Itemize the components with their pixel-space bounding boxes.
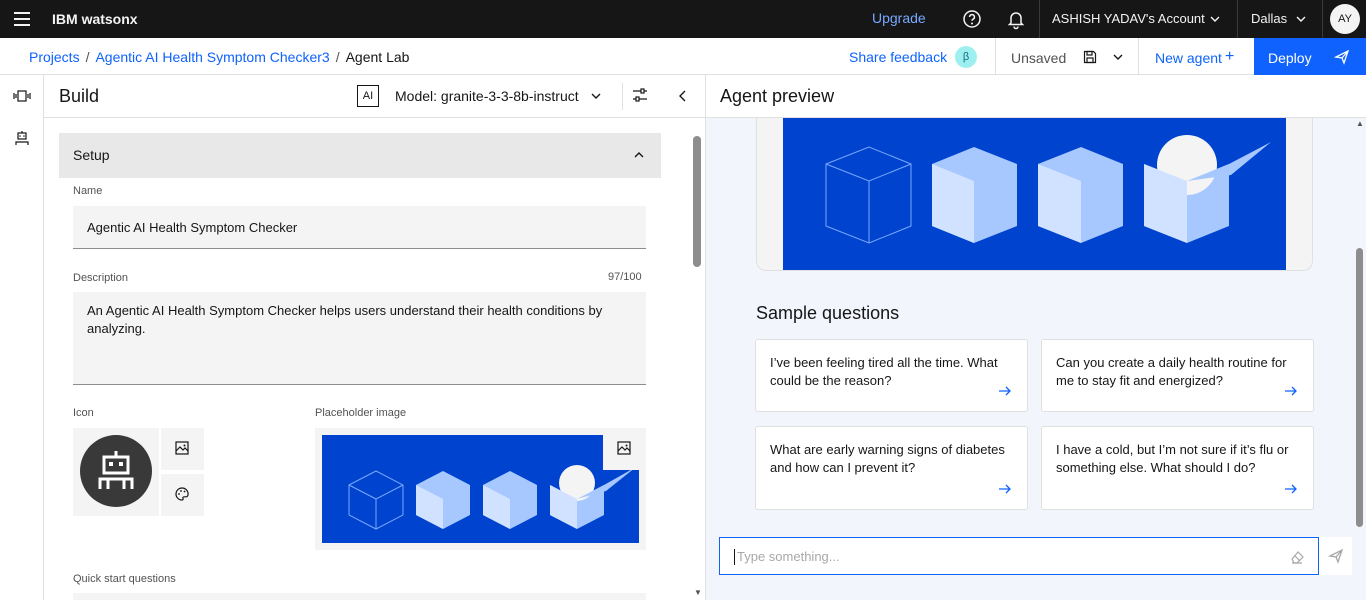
quick-start-field[interactable] (73, 593, 646, 600)
product-brand[interactable]: IBM watsonx (52, 11, 138, 27)
brand-prefix: IBM (52, 11, 78, 27)
image-icon (617, 441, 631, 455)
build-header: Build AI Model: granite-3-3-8b-instruct (44, 75, 706, 118)
chat-input[interactable]: Type something... (719, 537, 1319, 575)
save-icon[interactable] (1082, 49, 1098, 65)
breadcrumb-current: Agent Lab (345, 49, 410, 65)
chevron-down-icon[interactable] (1295, 13, 1307, 25)
palette-icon (175, 487, 189, 501)
share-feedback-link[interactable]: Share feedback (849, 49, 947, 65)
arrow-right-icon (999, 386, 1011, 396)
quick-start-label: Quick start questions (73, 573, 176, 585)
chevron-down-icon[interactable] (1112, 51, 1124, 63)
tools-icon[interactable] (13, 87, 31, 105)
sample-question-text: I’ve been feeling tired all the time. Wh… (770, 355, 998, 388)
chevron-down-icon[interactable] (590, 90, 602, 102)
sub-header: Projects / Agentic AI Health Symptom Check… (0, 38, 1366, 75)
description-counter: 97/100 (608, 271, 642, 283)
chevron-up-icon (634, 152, 644, 158)
sample-question-text: What are early warning signs of diabetes… (770, 442, 1005, 475)
breadcrumb-separator: / (85, 49, 90, 65)
preview-header: Agent preview (706, 75, 1366, 118)
toolbar-divider (1138, 38, 1139, 75)
agent-preview-panel: Agent preview Sample questions I’ve been… (706, 75, 1366, 600)
toolbar-divider (995, 38, 996, 75)
plus-icon[interactable]: + (1225, 49, 1234, 65)
sample-question-card[interactable]: I have a cold, but I’m not sure if it’s … (1041, 426, 1314, 510)
description-field[interactable]: An Agentic AI Health Symptom Checker hel… (73, 292, 646, 385)
send-button[interactable] (1319, 537, 1352, 575)
save-status: Unsaved (1011, 50, 1067, 66)
sample-question-text: Can you create a daily health routine fo… (1056, 355, 1287, 388)
icon-label: Icon (73, 407, 94, 419)
scrollbar-thumb[interactable] (1356, 248, 1363, 527)
robot-avatar-icon (80, 435, 152, 507)
agent-icon[interactable] (13, 130, 31, 148)
deploy-label: Deploy (1268, 50, 1312, 66)
new-agent-button[interactable]: New agent (1155, 50, 1222, 66)
name-label: Name (73, 185, 103, 197)
setup-title: Setup (73, 147, 110, 163)
deploy-button[interactable]: Deploy (1254, 38, 1366, 75)
color-palette-button[interactable] (161, 474, 204, 516)
sample-question-card[interactable]: I’ve been feeling tired all the time. Wh… (755, 339, 1028, 412)
header-divider (1322, 0, 1323, 38)
scroll-up-icon[interactable]: ▲ (1356, 119, 1364, 128)
send-icon (1328, 548, 1344, 564)
scroll-down-icon[interactable]: ▼ (694, 588, 702, 597)
arrow-right-icon (1285, 386, 1297, 396)
image-icon (175, 441, 189, 455)
text-caret (734, 549, 735, 565)
scrollbar-thumb[interactable] (693, 136, 701, 267)
upgrade-link[interactable]: Upgrade (872, 10, 926, 26)
setup-accordion[interactable]: Setup (59, 133, 661, 178)
breadcrumb: Projects / Agentic AI Health Symptom Check… (29, 49, 409, 65)
breadcrumb-project[interactable]: Agentic AI Health Symptom Checker3 (95, 49, 329, 65)
breadcrumb-projects[interactable]: Projects (29, 49, 80, 65)
avatar[interactable]: AY (1330, 4, 1360, 34)
description-label: Description (73, 272, 129, 284)
ai-badge: AI (357, 85, 379, 107)
settings-sliders-icon[interactable] (632, 87, 648, 103)
top-header: IBM watsonx Upgrade ASHISH YADAV's Accou… (0, 0, 1366, 38)
image-upload-button[interactable] (161, 428, 204, 470)
account-switcher[interactable]: ASHISH YADAV's Account (1052, 11, 1205, 26)
header-divider (1039, 0, 1040, 38)
send-icon (1334, 49, 1350, 65)
sample-question-text: I have a cold, but I’m not sure if it’s … (1056, 442, 1289, 475)
placeholder-image (322, 435, 639, 543)
chevron-left-icon[interactable] (676, 89, 690, 103)
build-panel: Build AI Model: granite-3-3-8b-instruct … (44, 75, 706, 600)
eraser-icon[interactable] (1289, 549, 1305, 565)
model-selector[interactable]: Model: granite-3-3-8b-instruct (395, 88, 579, 104)
breadcrumb-separator: / (335, 49, 340, 65)
chat-input-placeholder: Type something... (737, 549, 840, 564)
placeholder-image-upload-button[interactable] (603, 428, 646, 470)
brand-name: watsonx (81, 11, 138, 27)
left-rail (0, 75, 44, 600)
arrow-right-icon (999, 484, 1011, 494)
sample-questions-title: Sample questions (756, 303, 900, 323)
hero-image (783, 118, 1286, 270)
name-field[interactable]: Agentic AI Health Symptom Checker (73, 206, 646, 249)
notification-icon[interactable] (1004, 7, 1028, 31)
sample-question-card[interactable]: Can you create a daily health routine fo… (1041, 339, 1314, 412)
menu-icon[interactable] (10, 7, 34, 31)
sample-question-card[interactable]: What are early warning signs of diabetes… (755, 426, 1028, 510)
help-icon[interactable] (960, 7, 984, 31)
header-divider (1237, 0, 1238, 38)
region-switcher[interactable]: Dallas (1251, 11, 1287, 26)
build-title: Build (59, 86, 100, 106)
arrow-right-icon (1285, 484, 1297, 494)
header-divider (622, 83, 623, 110)
beta-badge: β (955, 46, 977, 68)
chevron-down-icon[interactable] (1209, 13, 1221, 25)
preview-title: Agent preview (720, 86, 835, 106)
placeholder-image-label: Placeholder image (315, 407, 407, 419)
